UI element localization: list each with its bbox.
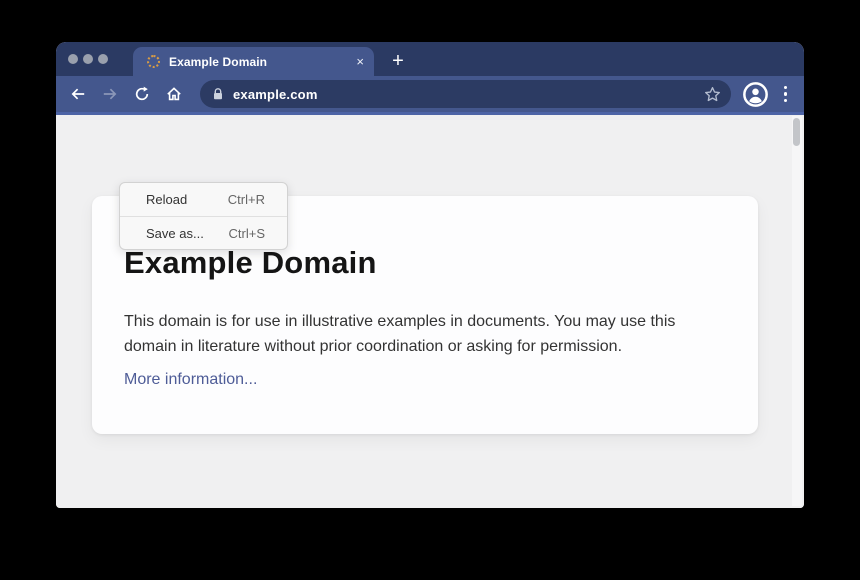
home-icon bbox=[165, 85, 183, 103]
reload-icon bbox=[133, 85, 151, 103]
tab-title: Example Domain bbox=[169, 55, 267, 69]
dot-icon bbox=[784, 86, 788, 90]
forward-button[interactable] bbox=[101, 85, 119, 103]
scrollbar-thumb[interactable] bbox=[793, 118, 800, 146]
home-button[interactable] bbox=[165, 85, 183, 103]
reload-button[interactable] bbox=[133, 85, 151, 103]
menu-item-label: Reload bbox=[146, 192, 187, 207]
window-close-button[interactable] bbox=[68, 54, 78, 64]
window-controls bbox=[68, 54, 108, 64]
context-menu-item-reload[interactable]: Reload Ctrl+R bbox=[120, 183, 287, 216]
profile-avatar-icon[interactable] bbox=[743, 82, 768, 107]
url-bar[interactable]: example.com bbox=[200, 80, 731, 108]
tab-close-icon[interactable]: × bbox=[356, 55, 364, 68]
dot-icon bbox=[784, 92, 788, 96]
url-text: example.com bbox=[233, 87, 318, 102]
bookmark-star-icon[interactable] bbox=[703, 85, 722, 104]
browser-window: Example Domain × + bbox=[56, 42, 804, 508]
new-tab-button[interactable]: + bbox=[386, 49, 410, 73]
menu-item-shortcut: Ctrl+S bbox=[229, 226, 265, 241]
back-arrow-icon bbox=[69, 85, 87, 103]
more-information-link[interactable]: More information... bbox=[124, 371, 257, 389]
toolbar: example.com bbox=[56, 76, 804, 115]
page-viewport: Example Domain This domain is for use in… bbox=[56, 115, 804, 508]
tab-example-domain[interactable]: Example Domain × bbox=[133, 47, 374, 76]
context-menu: Reload Ctrl+R Save as... Ctrl+S bbox=[119, 182, 288, 250]
forward-arrow-icon bbox=[101, 85, 119, 103]
scrollbar-track[interactable] bbox=[792, 116, 802, 506]
menu-item-label: Save as... bbox=[146, 226, 204, 241]
window-maximize-button[interactable] bbox=[98, 54, 108, 64]
tab-favicon-icon bbox=[147, 55, 160, 68]
titlebar[interactable]: Example Domain × + bbox=[56, 42, 804, 76]
context-menu-item-save-as[interactable]: Save as... Ctrl+S bbox=[120, 216, 287, 249]
page-paragraph: This domain is for use in illustrative e… bbox=[124, 309, 726, 359]
browser-menu-button[interactable] bbox=[781, 82, 791, 107]
dot-icon bbox=[784, 99, 788, 103]
window-minimize-button[interactable] bbox=[83, 54, 93, 64]
lock-icon bbox=[211, 87, 225, 101]
menu-item-shortcut: Ctrl+R bbox=[228, 192, 265, 207]
back-button[interactable] bbox=[69, 85, 87, 103]
